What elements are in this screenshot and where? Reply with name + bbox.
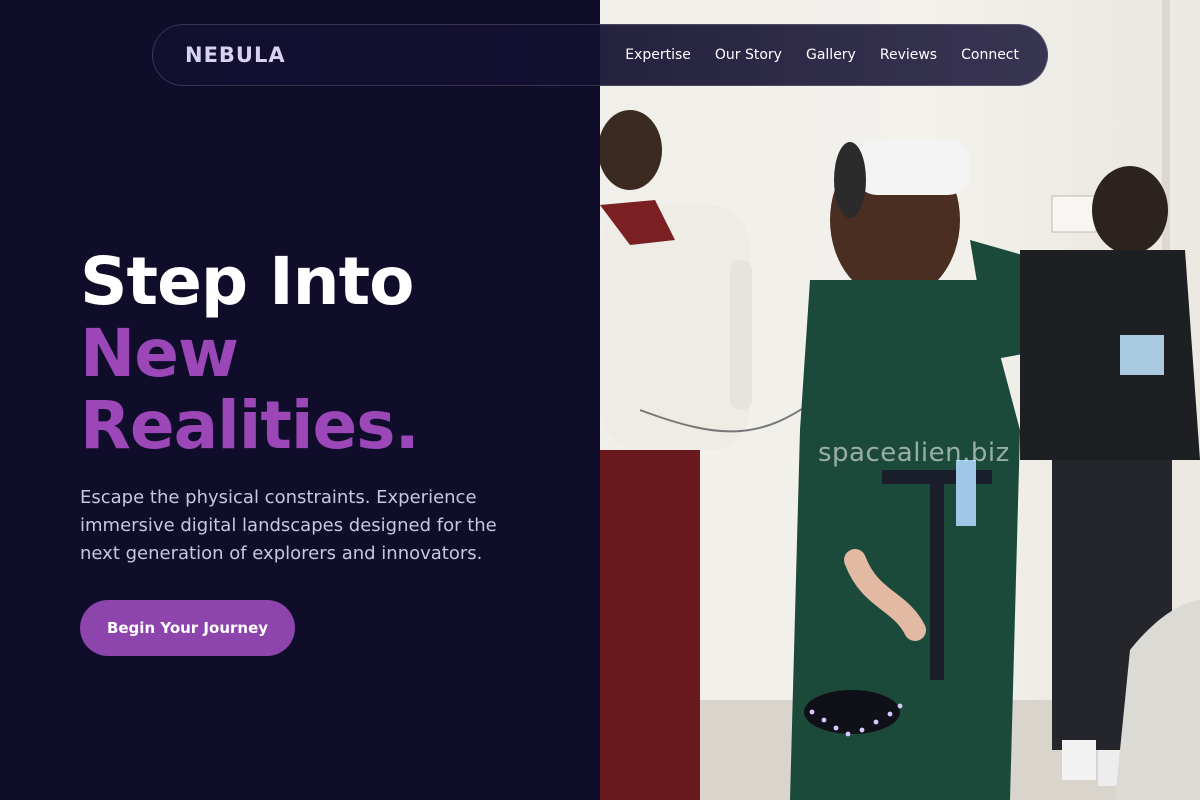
hero-title-line-3: Realities. (80, 387, 420, 464)
hero-title: Step Into New Realities. (80, 243, 420, 464)
nav-link-expertise[interactable]: Expertise (613, 47, 703, 63)
nav-links: Expertise Our Story Gallery Reviews Conn… (613, 47, 1031, 63)
hero-photo: spacealien.biz (600, 0, 1200, 800)
photo-watermark: spacealien.biz (818, 438, 1010, 468)
nav-link-gallery[interactable]: Gallery (794, 47, 868, 63)
nav-link-reviews[interactable]: Reviews (868, 47, 949, 63)
nav-link-our-story[interactable]: Our Story (703, 47, 794, 63)
top-navbar: NEBULA Expertise Our Story Gallery Revie… (152, 24, 1048, 86)
brand-logo[interactable]: NEBULA (185, 43, 286, 67)
hero-description: Escape the physical constraints. Experie… (80, 487, 497, 564)
hero-title-line-1: Step Into (80, 243, 415, 320)
hero-title-line-2: New (80, 315, 239, 392)
nav-link-connect[interactable]: Connect (949, 47, 1031, 63)
begin-journey-button[interactable]: Begin Your Journey (80, 600, 295, 656)
